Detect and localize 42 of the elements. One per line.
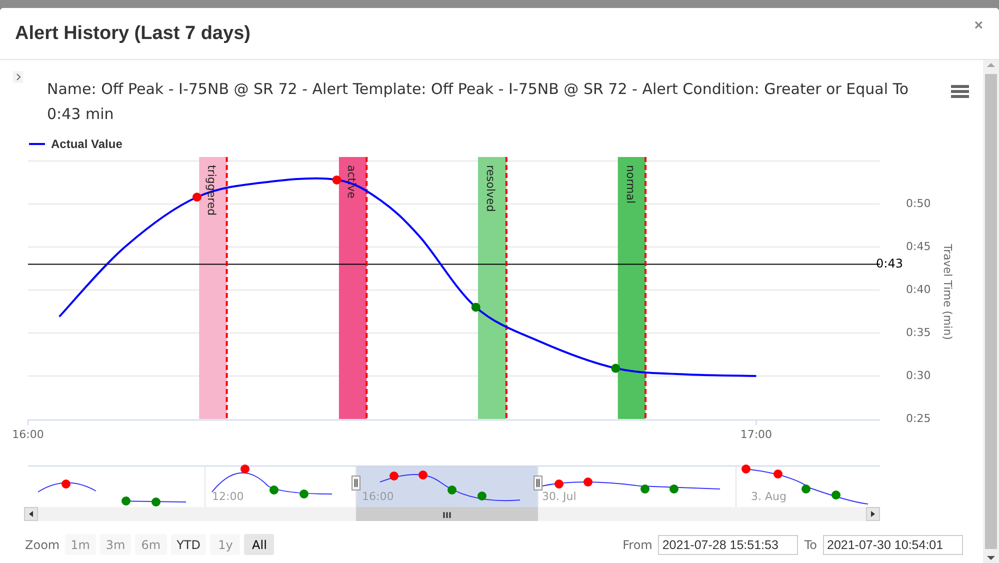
right-arrow-button[interactable] (866, 507, 880, 521)
navigator-label: 16:00 (362, 490, 394, 503)
to-label: To (804, 538, 817, 552)
marker-dot[interactable] (332, 175, 342, 184)
y-axis-label: 0:40 (906, 283, 931, 296)
marker-dot[interactable] (192, 192, 202, 202)
range-handle[interactable] (534, 476, 542, 490)
to-date-field[interactable]: 2021-07-30 10:54:01 (823, 534, 963, 554)
zoom-button[interactable]: YTD (170, 534, 206, 555)
range-handle[interactable] (352, 476, 360, 490)
y-axis-label: 0:25 (906, 412, 931, 426)
scrollbar[interactable] (983, 60, 999, 563)
y-axis-label: 0:30 (906, 369, 931, 382)
band-label: triggered (205, 165, 218, 216)
navigator-label: 12:00 (212, 490, 244, 503)
zoom-button[interactable]: All (244, 534, 274, 555)
band-label: resolved (484, 165, 498, 212)
left-arrow-button[interactable] (24, 507, 38, 521)
scrollbar-thumb[interactable] (356, 507, 538, 521)
marker-dot[interactable] (471, 302, 480, 312)
y-axis-label: 0:45 (906, 240, 931, 254)
legend-item[interactable]: Actual Value (29, 137, 122, 151)
x-axis-label: 16:00 (12, 428, 44, 441)
navigator-label: 30. Jul (542, 490, 576, 503)
from-label: From (622, 538, 652, 552)
y-axis-title: Travel Time (min) (941, 244, 954, 340)
close-button[interactable]: × (972, 17, 985, 34)
chevron-icon[interactable] (13, 71, 23, 83)
navigator-label: 3. Aug (751, 490, 786, 503)
menu-icon[interactable] (951, 84, 969, 98)
y-axis-label: 0:50 (906, 197, 931, 210)
zoom-label: Zoom (25, 538, 60, 552)
grip-icon[interactable]: III (442, 511, 452, 520)
band-label: active (344, 165, 358, 198)
chart-title: Name: Off Peak - I-75NB @ SR 72 - Alert Template: Off Peak - I-75NB @ SR 72 - Alert Condition: Greater or Equal To 0:43 min (47, 79, 910, 125)
x-axis-label: 17:00 (740, 428, 772, 441)
marker-dot[interactable] (611, 364, 620, 373)
band-label: normal (624, 165, 637, 204)
from-date-field[interactable]: 2021-07-28 15:51:53 (658, 534, 798, 554)
threshold-label: 0:43 (876, 256, 903, 270)
dialog-title: Alert History (Last 7 days) (15, 22, 250, 44)
y-axis-label: 0:35 (906, 326, 931, 340)
